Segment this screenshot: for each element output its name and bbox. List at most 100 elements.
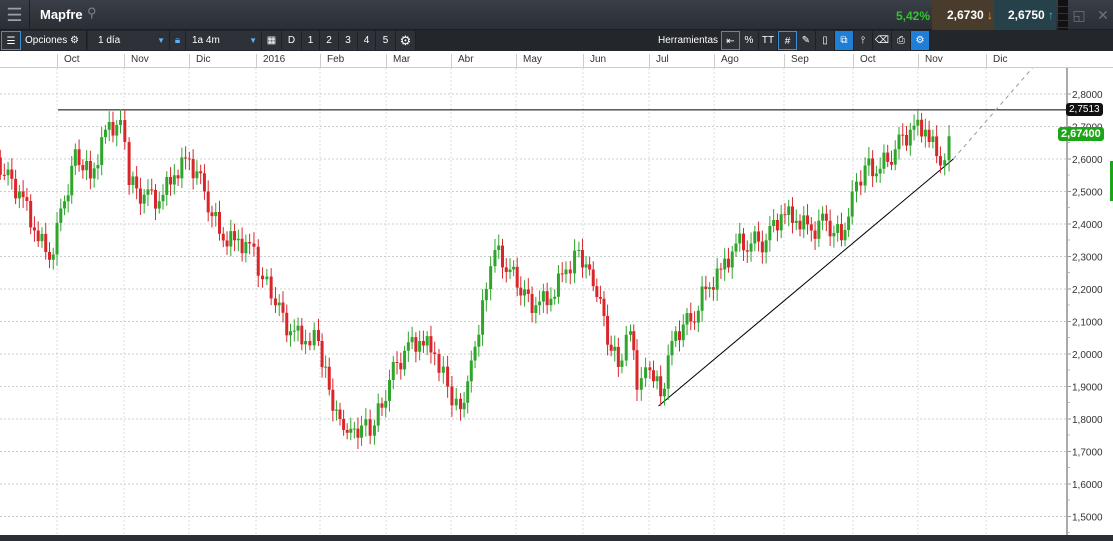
candle-body (908, 129, 912, 146)
close-icon[interactable]: ✕ (1092, 0, 1113, 30)
candle-body (508, 269, 512, 273)
draw-grid-icon[interactable]: ✎ (797, 31, 816, 50)
x-tick-label: May (516, 54, 542, 68)
candle-body (425, 336, 429, 346)
candle-body (836, 224, 840, 233)
print-icon[interactable]: ⎙ (892, 31, 911, 50)
back-icon[interactable]: ⇤ (721, 31, 740, 50)
candle-body (429, 336, 433, 353)
candle-body (40, 233, 44, 242)
tag-icon[interactable]: ⌫ (873, 31, 892, 50)
grid-icon[interactable]: # (778, 31, 797, 50)
period-5[interactable]: 5 (376, 31, 396, 50)
candle-body (462, 402, 466, 410)
candle-body (327, 366, 331, 390)
candle-body (481, 300, 485, 335)
settings-icon[interactable]: ⚙ (396, 31, 416, 50)
options-button[interactable]: Opciones ⚙ (21, 31, 87, 50)
candle-body (21, 191, 25, 198)
candle-body (760, 241, 764, 253)
candle-body (123, 120, 127, 143)
candle-body (142, 194, 146, 204)
candle-body (616, 346, 620, 367)
list-icon[interactable]: ☰ (1, 31, 21, 50)
candle-body (459, 398, 463, 410)
candle-body (779, 214, 783, 231)
candle-body (115, 125, 119, 136)
sell-price-button[interactable]: 2,6730 ↓ (932, 0, 994, 30)
candle-body (867, 158, 871, 166)
period-4[interactable]: 4 (358, 31, 376, 50)
indicator-icon[interactable]: ⫯ (854, 31, 873, 50)
candle-body (153, 189, 157, 209)
x-tick-label: Oct (853, 54, 876, 68)
x-tick-label: Mar (386, 54, 410, 68)
candle-body (187, 158, 191, 160)
period-d[interactable]: D (282, 31, 302, 50)
candle-body (681, 324, 685, 341)
candle-body (821, 213, 825, 221)
y-tick-label: 2,1000 (1072, 318, 1103, 329)
candle-body (912, 125, 916, 130)
candle-body (512, 266, 516, 270)
candle-body (138, 188, 142, 204)
candle-body (399, 362, 403, 370)
candle-body (553, 296, 557, 299)
candle-body (624, 334, 628, 361)
arrow-down-icon: ↓ (987, 8, 994, 22)
y-tick-label: 2,2000 (1072, 285, 1103, 296)
candle-body (111, 121, 115, 136)
period-1[interactable]: 1 (302, 31, 320, 50)
calendar-icon[interactable]: ▦ (262, 31, 282, 50)
candle-body (63, 201, 67, 209)
candle-body (689, 313, 693, 322)
buy-price-button[interactable]: 2,6750 ↑ (994, 0, 1056, 30)
percent-button[interactable]: % (740, 31, 759, 50)
text-tool-button[interactable]: TT (759, 31, 778, 50)
candle-body (446, 366, 450, 387)
candle-body (935, 136, 939, 157)
candle-body (560, 273, 564, 275)
candle-body (256, 246, 260, 276)
candle-body (225, 240, 229, 247)
candle-body (300, 325, 304, 345)
period-2[interactable]: 2 (320, 31, 339, 50)
candle-body (764, 240, 768, 253)
candle-body (651, 370, 655, 382)
candle-body (92, 168, 96, 179)
x-tick-label: Feb (320, 54, 344, 68)
candle-body (180, 157, 184, 179)
y-tick-label: 2,6000 (1072, 155, 1103, 166)
x-tick-label: Nov (918, 54, 943, 68)
price-chart[interactable]: 2,80002,70002,60002,50002,40002,30002,20… (0, 51, 1113, 535)
menu-icon[interactable]: ☰ (0, 0, 30, 30)
windows-icon[interactable]: ⧉ (835, 31, 854, 50)
candle-body (324, 366, 328, 368)
candle-body (580, 250, 584, 268)
chart-toolbar: ☰ Opciones ⚙ 1 día ▼ 🔒︎ 1a 4m ▼ ▦ D 1 2 3 … (0, 30, 1113, 51)
lock-icon[interactable]: 🔒︎ (170, 31, 186, 50)
candle-body (150, 189, 154, 191)
search-icon[interactable]: ⚲ (87, 5, 97, 21)
candle-body (273, 298, 277, 306)
candle-body (515, 266, 519, 288)
candle-body (473, 346, 477, 361)
candle-body (244, 242, 248, 254)
candle-body (850, 191, 854, 217)
candle-body (889, 161, 893, 165)
range-select[interactable]: 1a 4m ▼ (186, 31, 262, 50)
candle-body (269, 276, 273, 299)
settings-edit-icon[interactable]: ⚙ (911, 31, 930, 50)
candle-body (131, 176, 135, 185)
candle-body (670, 340, 674, 356)
candle-icon[interactable]: ▯ (816, 31, 835, 50)
period-3[interactable]: 3 (339, 31, 358, 50)
drag-handle[interactable] (1058, 0, 1068, 30)
interval-select[interactable]: 1 día ▼ (88, 31, 170, 50)
last-price-label: 2,67400 (1058, 127, 1104, 141)
candle-body (6, 169, 10, 176)
candle-body (127, 142, 131, 185)
percent-change: 5,42% (896, 9, 931, 23)
restore-icon[interactable]: ◱ (1068, 0, 1090, 30)
candle-body (233, 231, 237, 241)
